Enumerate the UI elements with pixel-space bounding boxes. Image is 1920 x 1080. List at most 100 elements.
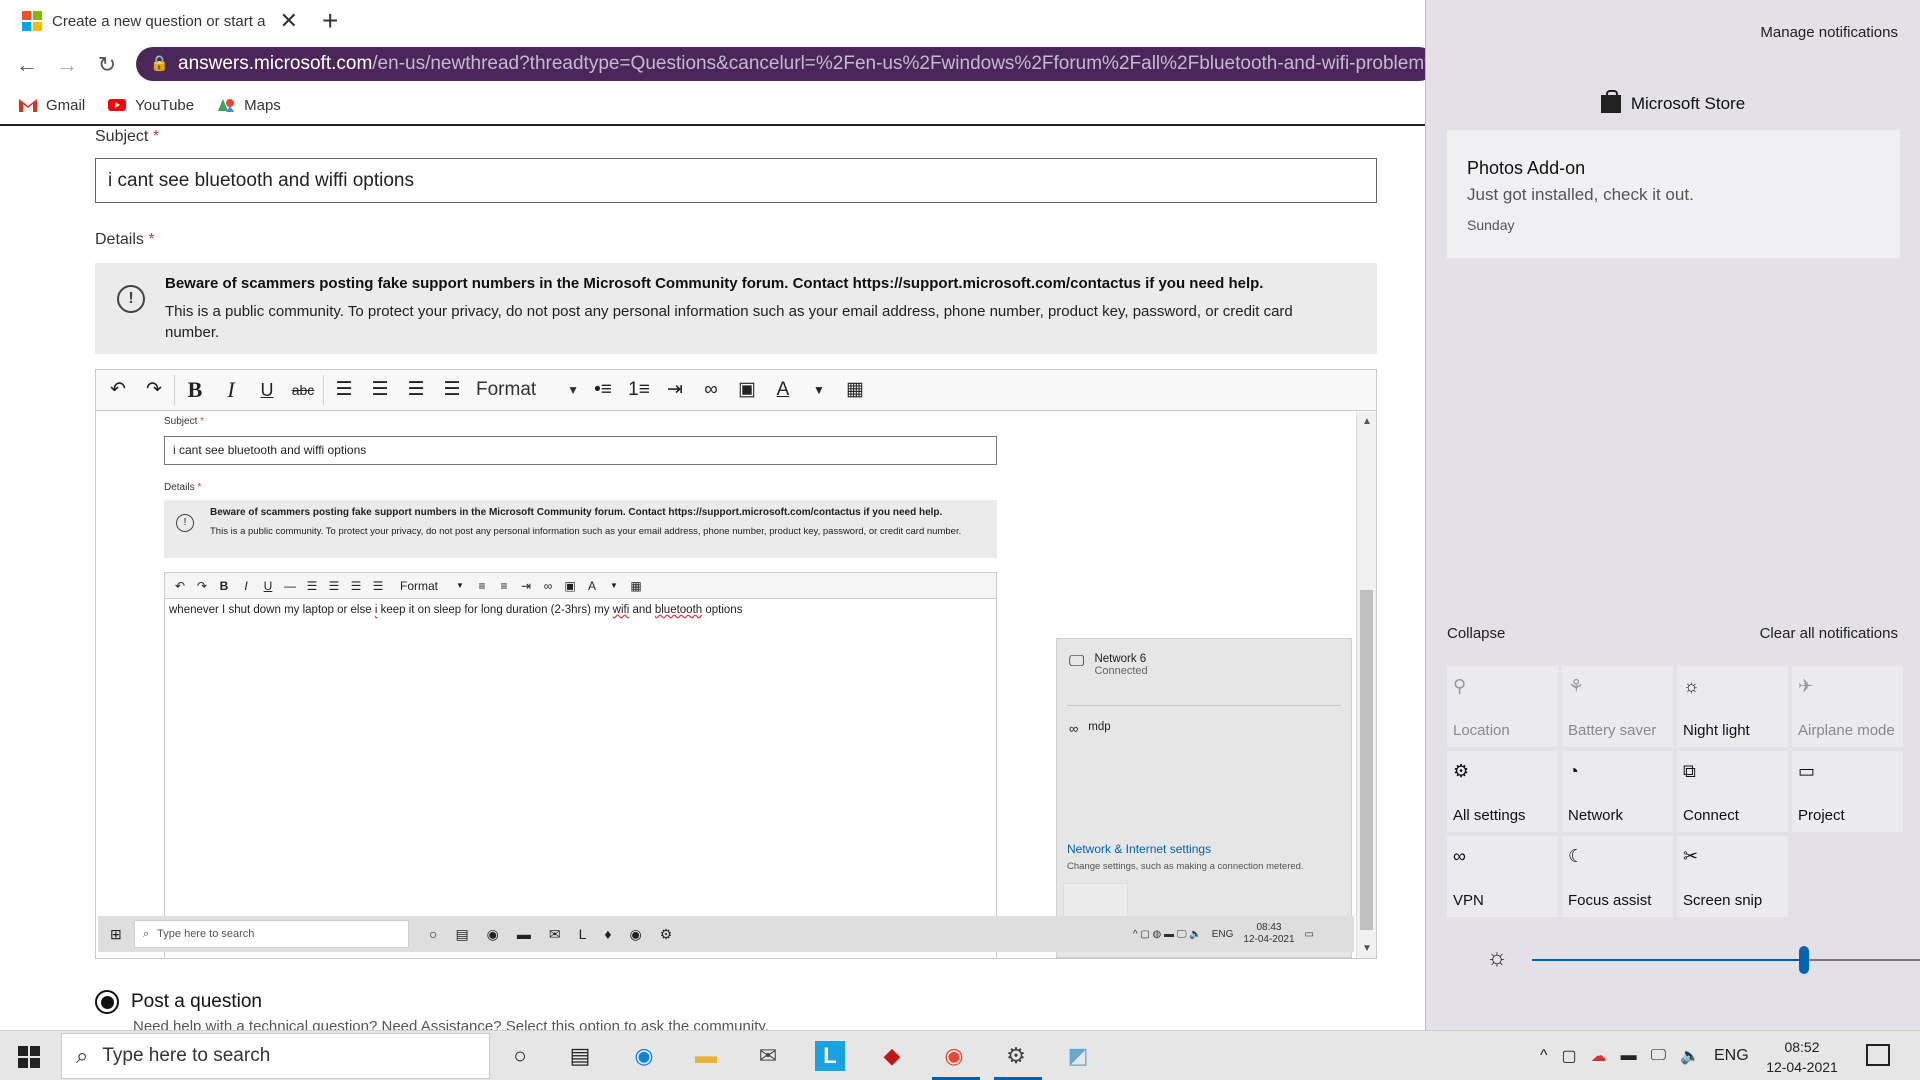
scroll-down-icon[interactable]: ▼ bbox=[1357, 943, 1377, 954]
embedded-taskbar: ⊞ ⌕ Type here to search ○▤◉▬✉L♦◉⚙ ^ ▢ ◍ … bbox=[98, 916, 1354, 952]
device-icon[interactable]: ▢ bbox=[1562, 1046, 1577, 1066]
back-arrow-icon[interactable]: ← bbox=[12, 50, 42, 80]
network-tray-icon[interactable]: 🖵 bbox=[1651, 1047, 1666, 1065]
volume-icon[interactable]: 🔈 bbox=[1680, 1046, 1700, 1066]
chevron-down-icon[interactable]: ▼ bbox=[801, 374, 837, 406]
settings-gear-icon[interactable]: ⚙ bbox=[994, 1037, 1042, 1080]
numbered-list-icon[interactable]: 1≡ bbox=[621, 374, 657, 406]
redo-icon[interactable]: ↷ bbox=[136, 374, 172, 406]
bullet-list-icon[interactable]: •≡ bbox=[585, 374, 621, 406]
editor-content[interactable]: Subject * i cant see bluetooth and wiffi… bbox=[96, 412, 1358, 958]
editor-scrollbar[interactable]: ▲ ▼ bbox=[1356, 412, 1376, 958]
underline-button[interactable]: U bbox=[249, 374, 285, 406]
subject-input[interactable]: i cant see bluetooth and wiffi options bbox=[95, 158, 1377, 203]
mcafee-icon[interactable]: ◆ bbox=[870, 1037, 914, 1075]
brightness-handle[interactable] bbox=[1798, 946, 1809, 974]
language-indicator[interactable]: ENG bbox=[1714, 1047, 1749, 1065]
new-tab-icon[interactable]: + bbox=[322, 4, 338, 38]
quick-action-screen-snip[interactable]: ✂ Screen snip bbox=[1677, 836, 1788, 917]
quick-action-network[interactable]: ◔ Network bbox=[1562, 751, 1673, 832]
undo-icon[interactable]: ↶ bbox=[100, 374, 136, 406]
quick-action-all-settings[interactable]: ⚙ All settings bbox=[1447, 751, 1558, 832]
action-center-icon[interactable] bbox=[1866, 1044, 1890, 1066]
close-tab-icon[interactable]: ✕ bbox=[280, 10, 298, 32]
vpn-icon: ∞ bbox=[1069, 721, 1079, 736]
collapse-link[interactable]: Collapse bbox=[1447, 625, 1505, 642]
mail-icon[interactable]: ✉ bbox=[746, 1037, 790, 1075]
cortana-icon[interactable]: ○ bbox=[498, 1037, 542, 1075]
align-justify-icon: ☰ bbox=[372, 578, 384, 593]
align-center-icon[interactable]: ☰ bbox=[362, 374, 398, 406]
url-bar[interactable]: 🔒 answers.microsoft.com/en-us/newthread?… bbox=[136, 47, 1436, 81]
bookmark-maps[interactable]: Maps bbox=[216, 97, 281, 114]
image-icon[interactable]: ▣ bbox=[729, 374, 765, 406]
gmail-icon bbox=[19, 99, 37, 112]
battery-icon[interactable]: ▬ bbox=[1621, 1047, 1637, 1065]
taskbar-search-box[interactable]: ⌕ Type here to search bbox=[61, 1033, 490, 1079]
brightness-track-empty bbox=[1803, 959, 1920, 961]
text-color-icon[interactable]: A bbox=[765, 374, 801, 406]
brightness-slider[interactable]: ☼ bbox=[1426, 944, 1920, 974]
start-button[interactable] bbox=[18, 1046, 40, 1068]
embedded-notice-text: This is a public community. To protect y… bbox=[210, 526, 962, 537]
browser-tab-strip: Create a new question or start a ✕ + bbox=[0, 0, 1425, 42]
quick-action-project[interactable]: ▭ Project bbox=[1792, 751, 1903, 832]
format-dropdown[interactable]: Format ▼ bbox=[470, 374, 585, 406]
table-icon: ▦ bbox=[630, 578, 642, 593]
clear-all-notifications-link[interactable]: Clear all notifications bbox=[1760, 625, 1898, 642]
quick-action-airplane-mode[interactable]: ✈ Airplane mode bbox=[1792, 666, 1903, 747]
manage-notifications-link[interactable]: Manage notifications bbox=[1760, 24, 1898, 41]
bookmark-youtube[interactable]: YouTube bbox=[107, 97, 194, 114]
onedrive-icon[interactable]: ☁ bbox=[1591, 1046, 1607, 1066]
link-icon[interactable]: ∞ bbox=[693, 374, 729, 406]
quick-action-label: Screen snip bbox=[1683, 892, 1763, 909]
edge-icon[interactable]: ◉ bbox=[622, 1037, 666, 1075]
scrollbar-thumb[interactable] bbox=[1360, 590, 1373, 930]
quick-action-location[interactable]: ⚲ Location bbox=[1447, 666, 1558, 747]
network-item: 🖵 Network 6 Connected bbox=[1069, 653, 1148, 677]
snipping-tool-icon[interactable]: ◩ bbox=[1056, 1037, 1100, 1075]
italic-button[interactable]: I bbox=[213, 374, 249, 406]
task-view-icon[interactable]: ▤ bbox=[558, 1037, 602, 1075]
file-explorer-icon[interactable]: ▬ bbox=[684, 1037, 728, 1075]
quick-action-focus-assist[interactable]: ☾ Focus assist bbox=[1562, 836, 1673, 917]
align-justify-icon[interactable]: ☰ bbox=[434, 374, 470, 406]
chevron-down-icon: ▼ bbox=[610, 581, 618, 590]
indent-icon[interactable]: ⇥ bbox=[657, 374, 693, 406]
strikethrough-button[interactable]: abc bbox=[285, 374, 321, 406]
radio-selected[interactable] bbox=[95, 990, 119, 1014]
align-right-icon[interactable]: ☰ bbox=[398, 374, 434, 406]
italic-icon: I bbox=[244, 578, 248, 593]
chevron-up-icon[interactable]: ^ bbox=[1540, 1047, 1548, 1065]
sun-icon: ☼ bbox=[1683, 676, 1700, 696]
vpn-icon: ∞ bbox=[1453, 846, 1466, 866]
post-question-description: Need help with a technical question? Nee… bbox=[133, 1018, 769, 1030]
underline-icon: U bbox=[263, 578, 273, 593]
bookmark-gmail[interactable]: Gmail bbox=[18, 97, 85, 114]
quick-action-vpn[interactable]: ∞ VPN bbox=[1447, 836, 1558, 917]
project-icon: ▭ bbox=[1798, 761, 1816, 781]
bold-button[interactable]: B bbox=[177, 374, 213, 406]
browser-tab[interactable]: Create a new question or start a ✕ bbox=[10, 4, 310, 38]
notification-body: Just got installed, check it out. bbox=[1467, 185, 1694, 204]
align-left-icon[interactable]: ☰ bbox=[326, 374, 362, 406]
quick-action-night-light[interactable]: ☼ Night light bbox=[1677, 666, 1788, 747]
forward-arrow-icon[interactable]: → bbox=[52, 50, 82, 80]
taskbar-app-icons: ○▤◉▬✉L♦◉⚙ bbox=[429, 925, 691, 942]
taskbar-clock[interactable]: 08:52 12-04-2021 bbox=[1762, 1037, 1842, 1077]
l-app-icon[interactable]: L bbox=[808, 1037, 852, 1075]
redo-icon: ↷ bbox=[196, 578, 208, 593]
table-icon[interactable]: ▦ bbox=[837, 374, 873, 406]
clock-time: 08:52 bbox=[1784, 1039, 1820, 1055]
link-icon: ∞ bbox=[543, 578, 553, 593]
scroll-up-icon[interactable]: ▲ bbox=[1357, 416, 1377, 427]
chrome-icon[interactable]: ◉ bbox=[932, 1037, 980, 1080]
address-bar-row: ← → ↻ 🔒 answers.microsoft.com/en-us/newt… bbox=[0, 42, 1436, 86]
post-question-option[interactable]: Post a question bbox=[95, 990, 262, 1014]
url-host: answers.microsoft.com bbox=[178, 53, 373, 74]
bookmark-label: Gmail bbox=[46, 96, 86, 114]
quick-action-battery-saver[interactable]: ⚘ Battery saver bbox=[1562, 666, 1673, 747]
quick-action-connect[interactable]: ⧉ Connect bbox=[1677, 751, 1788, 832]
reload-icon[interactable]: ↻ bbox=[92, 50, 122, 80]
notification-card[interactable]: Photos Add-on Just got installed, check … bbox=[1447, 130, 1900, 258]
